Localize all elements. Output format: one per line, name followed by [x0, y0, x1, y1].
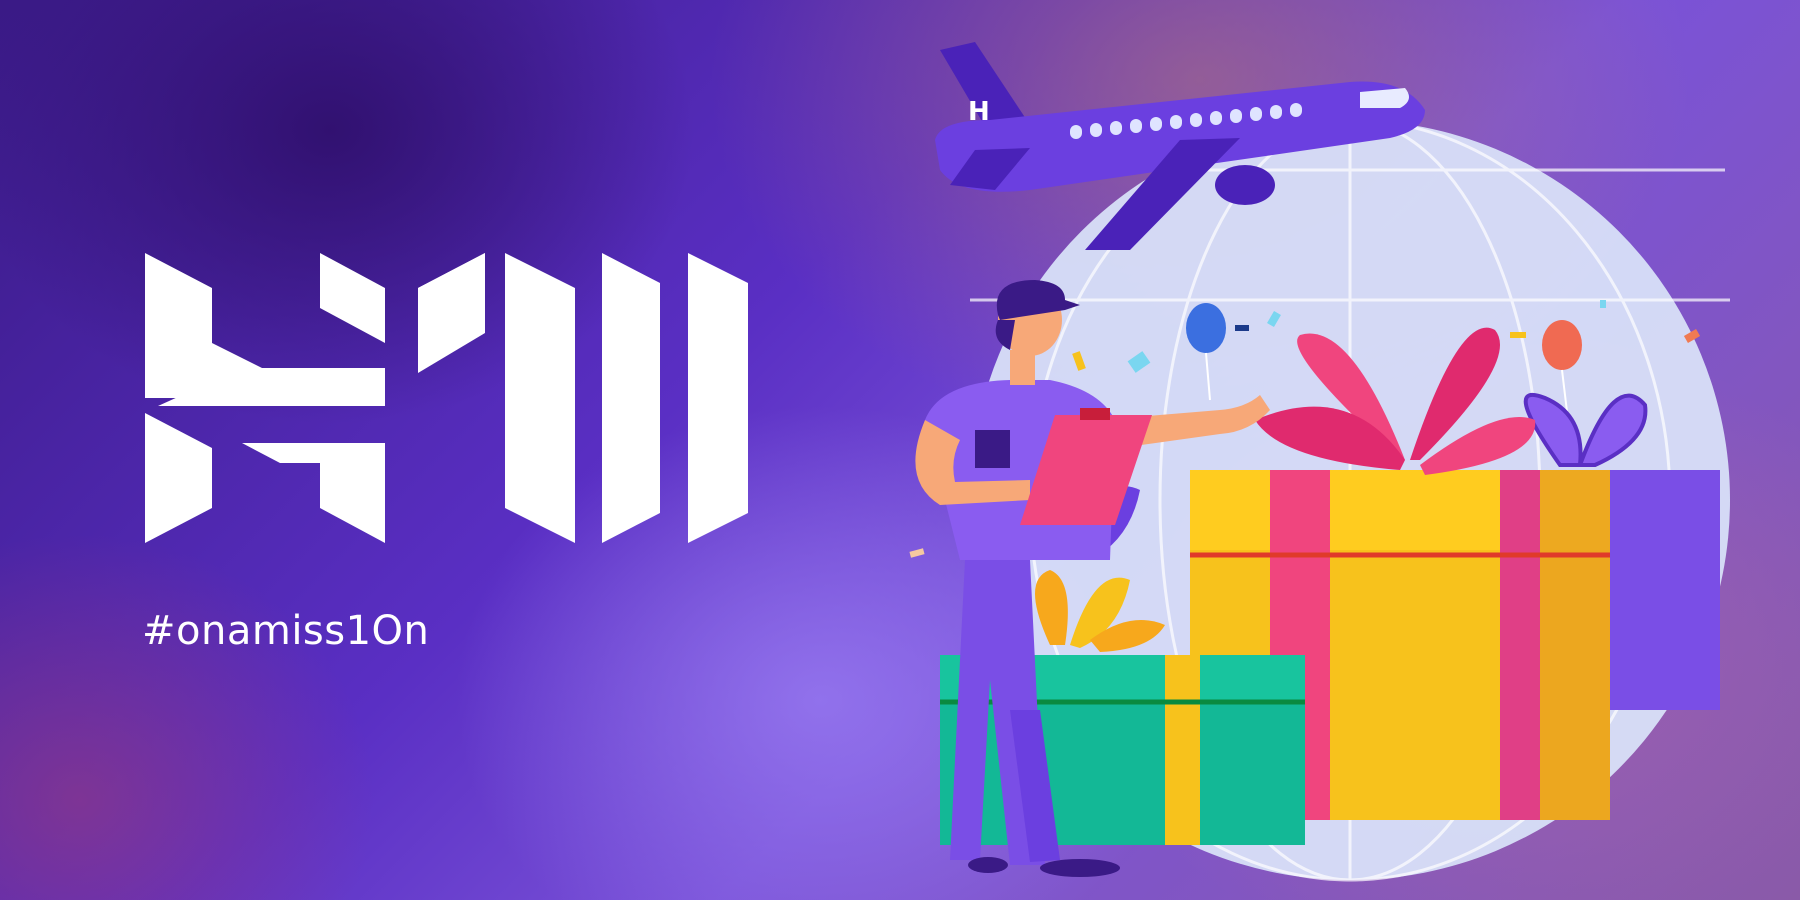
svg-text:H: H — [968, 97, 990, 127]
promo-banner: #onamiss1On H — [0, 0, 1800, 900]
courier-with-gift-boxes-and-airplane-icon: H — [909, 42, 1730, 882]
hashtag-text: #onamiss1On — [142, 608, 430, 654]
h10-logo — [145, 253, 748, 543]
